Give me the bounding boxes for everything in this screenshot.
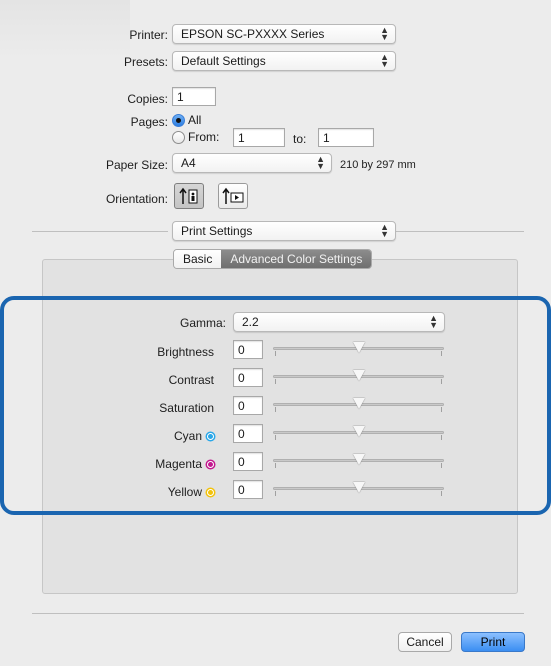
print-button[interactable]: Print: [461, 632, 525, 652]
slider-thumb[interactable]: [352, 426, 365, 437]
pages-to-label: to:: [293, 132, 307, 146]
slider-label: Saturation: [110, 401, 214, 415]
slider-value-field[interactable]: 0: [233, 480, 263, 499]
gamma-popup[interactable]: 2.2 ▲ ▼: [233, 312, 445, 332]
slider-label-text: Yellow: [167, 485, 202, 499]
slider-tick: [275, 407, 276, 412]
slider-label: Cyan: [110, 429, 214, 443]
slider-tick: [275, 351, 276, 356]
popup-arrows-icon: ▲ ▼: [380, 25, 389, 42]
slider-value-field[interactable]: 0: [233, 396, 263, 415]
presets-label: Presets:: [123, 55, 168, 69]
slider-thumb[interactable]: [352, 398, 365, 409]
color-dot-icon: [207, 433, 214, 441]
slider-thumb[interactable]: [352, 482, 365, 493]
slider-tick: [275, 463, 276, 468]
adjustment-slider[interactable]: [273, 342, 444, 356]
slider-label: Magenta: [110, 457, 214, 471]
slider-tick: [441, 379, 442, 384]
popup-arrows-icon: ▲ ▼: [380, 222, 389, 239]
tab-advanced-color-settings[interactable]: Advanced Color Settings: [221, 250, 372, 268]
slider-thumb[interactable]: [352, 370, 365, 381]
slider-tick: [441, 463, 442, 468]
slider-label-text: Cyan: [173, 429, 202, 443]
slider-thumb[interactable]: [352, 342, 365, 353]
pages-all-label: All: [188, 113, 202, 127]
pages-all-option[interactable]: All: [172, 113, 201, 127]
pages-from-field[interactable]: 1: [233, 128, 285, 147]
presets-popup-value: Default Settings: [181, 54, 266, 68]
paper-size-dimensions: 210 by 297 mm: [340, 159, 416, 171]
print-dialog: Printer: EPSON SC-PXXXX Series ▲ ▼ Preset…: [0, 0, 551, 666]
cancel-button[interactable]: Cancel: [398, 632, 452, 652]
tab-basic[interactable]: Basic: [174, 250, 222, 268]
pages-from-label: From:: [188, 130, 220, 144]
slider-tick: [441, 351, 442, 356]
landscape-orientation-icon: [222, 187, 244, 204]
printer-popup[interactable]: EPSON SC-PXXXX Series ▲ ▼: [172, 24, 396, 44]
pages-to-field[interactable]: 1: [318, 128, 374, 147]
slider-tick: [441, 435, 442, 440]
slider-label-text: Saturation: [159, 401, 214, 415]
slider-label: Yellow: [110, 485, 214, 499]
color-dot-icon: [207, 489, 214, 497]
paper-size-label: Paper Size:: [105, 158, 168, 172]
copies-field[interactable]: 1: [172, 87, 216, 106]
adjustment-slider[interactable]: [273, 370, 444, 384]
copies-label: Copies:: [127, 92, 168, 106]
slider-value-field[interactable]: 0: [233, 452, 263, 471]
pages-from-radio[interactable]: [172, 130, 185, 144]
slider-label-text: Brightness: [157, 345, 214, 359]
adjustment-slider[interactable]: [273, 454, 444, 468]
pages-label: Pages:: [130, 115, 168, 129]
pages-from-option[interactable]: From:: [172, 130, 219, 144]
landscape-orientation-button[interactable]: [218, 183, 248, 209]
print-settings-popup[interactable]: Print Settings ▲ ▼: [172, 221, 396, 241]
bottom-separator: [32, 613, 524, 614]
printer-popup-value: EPSON SC-PXXXX Series: [181, 27, 325, 41]
slider-value-field[interactable]: 0: [233, 340, 263, 359]
popup-arrows-icon: ▲ ▼: [429, 313, 438, 330]
paper-size-popup[interactable]: A4 ▲ ▼: [172, 153, 332, 173]
adjustment-slider[interactable]: [273, 482, 444, 496]
popup-arrows-icon: ▲ ▼: [380, 52, 389, 69]
portrait-orientation-button[interactable]: [174, 183, 204, 209]
slider-label: Contrast: [110, 373, 214, 387]
gamma-popup-value: 2.2: [242, 315, 259, 329]
presets-popup[interactable]: Default Settings ▲ ▼: [172, 51, 396, 71]
print-settings-popup-value: Print Settings: [181, 224, 253, 238]
slider-value-field[interactable]: 0: [233, 424, 263, 443]
popup-arrows-icon: ▲ ▼: [316, 154, 325, 171]
slider-tick: [275, 435, 276, 440]
portrait-orientation-icon: [179, 187, 198, 204]
color-dot-icon: [207, 461, 214, 469]
slider-label-text: Magenta: [155, 457, 202, 471]
adjustment-slider[interactable]: [273, 426, 444, 440]
paper-size-value: A4: [181, 156, 196, 170]
slider-tick: [441, 407, 442, 412]
settings-tabs: Basic Advanced Color Settings: [173, 249, 373, 269]
slider-tick: [275, 491, 276, 496]
section-separator-right: [396, 231, 524, 232]
slider-tick: [275, 379, 276, 384]
slider-label-text: Contrast: [168, 373, 214, 387]
pages-all-radio[interactable]: [172, 113, 185, 127]
printer-label: Printer:: [129, 28, 168, 42]
slider-value-field[interactable]: 0: [233, 368, 263, 387]
slider-label: Brightness: [110, 345, 214, 359]
orientation-label: Orientation:: [105, 192, 168, 206]
adjustment-slider[interactable]: [273, 398, 444, 412]
section-separator-left: [32, 231, 168, 232]
slider-thumb[interactable]: [352, 454, 365, 465]
gamma-label: Gamma:: [179, 316, 226, 330]
slider-tick: [441, 491, 442, 496]
